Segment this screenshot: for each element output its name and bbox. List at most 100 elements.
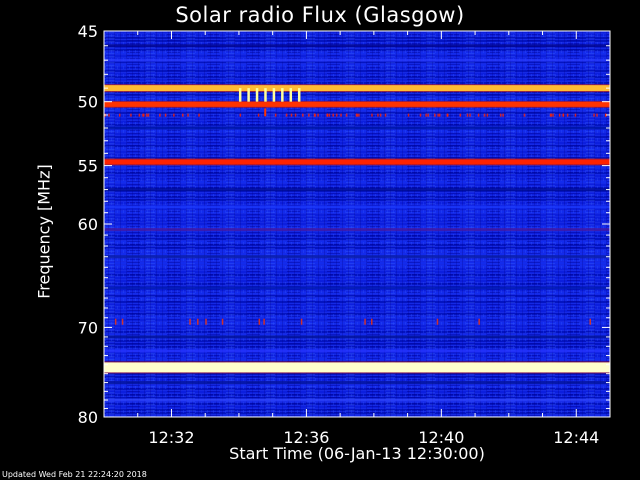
speckle — [425, 113, 427, 117]
speckle — [308, 113, 310, 117]
emission-band — [104, 159, 610, 165]
speckle — [335, 113, 338, 117]
emission-band — [104, 362, 610, 373]
spectrogram-stripe — [104, 58, 610, 62]
speckle — [317, 113, 319, 117]
burst-mark — [238, 88, 242, 102]
speckle — [345, 113, 348, 117]
speckle — [379, 113, 382, 117]
speckle — [114, 318, 117, 325]
spectrogram-stripe — [104, 398, 610, 402]
speckle — [300, 318, 303, 325]
spectrogram-stripe — [104, 44, 610, 48]
spectrogram-stripe — [104, 205, 610, 209]
spectrogram-stripe — [104, 126, 610, 130]
y-tick-label: 45 — [78, 22, 98, 41]
speckle — [419, 113, 422, 117]
speckle — [574, 113, 577, 117]
speckle — [198, 113, 200, 117]
speckle — [285, 113, 288, 117]
burst-mark — [255, 88, 259, 102]
speckle — [187, 113, 189, 117]
speckle — [502, 113, 504, 117]
speckle — [121, 318, 124, 325]
y-tick-label: 80 — [78, 408, 98, 427]
spectrogram-stripe — [104, 188, 610, 192]
x-tick-label: 12:32 — [148, 428, 194, 447]
spectrogram-stripe — [104, 335, 610, 339]
burst-mark — [281, 88, 284, 102]
speckle — [596, 113, 598, 117]
speckle — [263, 318, 265, 325]
speckle — [358, 113, 360, 117]
speckle — [181, 113, 184, 117]
speckle — [593, 113, 595, 117]
speckle — [407, 113, 410, 117]
emission-band — [104, 101, 610, 107]
speckle — [355, 113, 358, 117]
y-tick-label: 50 — [78, 93, 98, 112]
burst-mark — [289, 88, 293, 102]
spectrogram-stripe — [104, 255, 610, 259]
y-tick-label: 55 — [78, 157, 98, 176]
speckle — [566, 113, 569, 117]
speckle — [173, 113, 175, 117]
speckle — [130, 113, 132, 117]
speckle — [364, 318, 366, 325]
spectrogram-stripe — [104, 286, 610, 290]
speckle — [550, 113, 553, 117]
speckle — [478, 318, 480, 325]
burst-mark — [272, 88, 276, 102]
y-tick-label: 70 — [78, 318, 98, 337]
speckle — [239, 113, 242, 117]
speckle — [469, 113, 471, 117]
speckle — [562, 113, 565, 117]
speckle — [438, 113, 441, 117]
speckle — [314, 113, 316, 117]
speckle — [257, 113, 260, 117]
speckle — [340, 113, 342, 117]
speckle — [118, 113, 121, 117]
speckle — [328, 113, 331, 117]
speckle — [108, 113, 110, 117]
burst-mark — [264, 88, 267, 102]
y-tick-label: 60 — [78, 215, 98, 234]
speckle — [427, 113, 429, 117]
speckle — [589, 318, 592, 325]
speckle — [147, 113, 150, 117]
speckle — [189, 318, 191, 325]
burst-mark — [247, 88, 250, 102]
x-tick-label: 12:36 — [283, 428, 329, 447]
speckle — [264, 108, 267, 117]
burst-mark — [297, 88, 301, 102]
speckle — [377, 113, 379, 117]
spectrogram-stripe — [104, 228, 610, 232]
speckle — [466, 113, 469, 117]
speckle — [290, 113, 293, 117]
speckle — [332, 113, 334, 117]
speckle — [477, 113, 480, 117]
spectrogram-chart: 45 50 55 60 70 80 12:32 12:36 12:40 12:44 — [78, 22, 611, 447]
emission-band — [104, 85, 610, 92]
spectrogram-stripe — [104, 381, 610, 385]
speckle — [371, 318, 373, 325]
speckle — [558, 113, 561, 117]
spectrogram-stripe — [104, 349, 610, 353]
speckle — [486, 113, 489, 117]
speckle — [274, 113, 277, 117]
x-tick-label: 12:40 — [418, 428, 464, 447]
speckle — [145, 113, 148, 117]
speckle — [197, 318, 199, 325]
speckle — [205, 318, 207, 325]
speckle — [142, 113, 144, 117]
speckle — [371, 113, 373, 117]
speckle — [221, 318, 224, 325]
x-tick-label: 12:44 — [553, 428, 599, 447]
speckle — [436, 318, 439, 325]
speckle — [459, 113, 462, 117]
speckle — [499, 113, 502, 117]
speckle — [138, 113, 141, 117]
speckle — [258, 318, 261, 325]
speckle — [164, 113, 167, 117]
speckle — [437, 113, 439, 117]
